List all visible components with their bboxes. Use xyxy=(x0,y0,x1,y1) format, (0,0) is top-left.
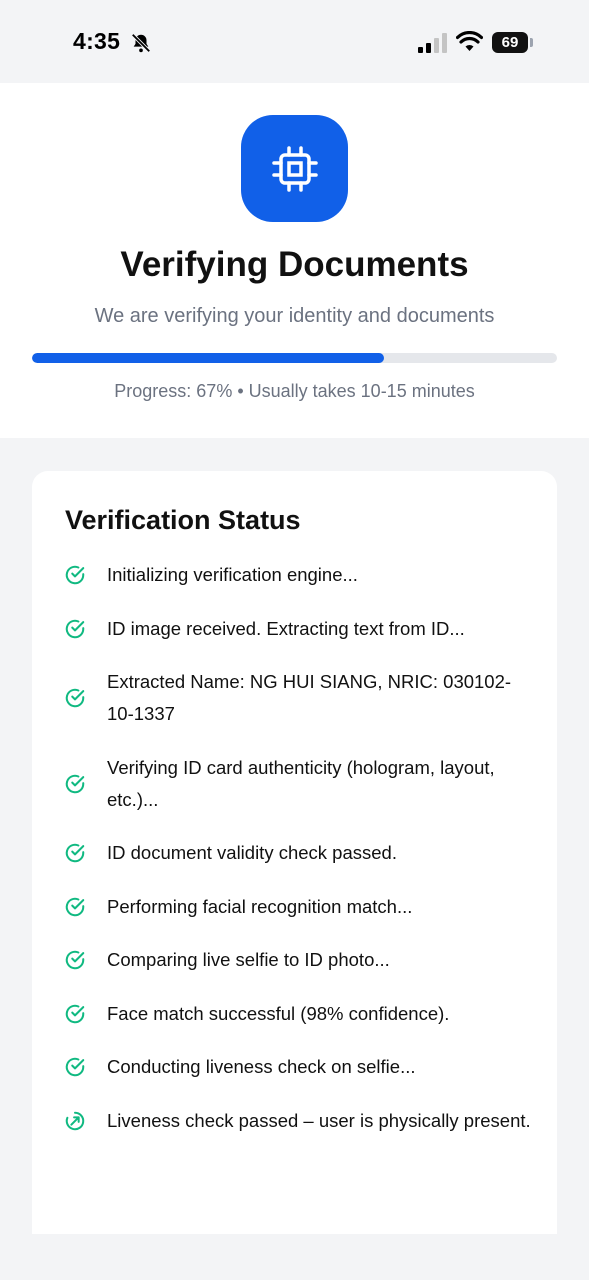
page-title: Verifying Documents xyxy=(120,245,469,284)
cellular-signal-icon xyxy=(418,33,447,53)
status-step: Performing facial recognition match... xyxy=(32,891,557,923)
progress-bar-fill xyxy=(32,353,384,363)
status-time: 4:35 xyxy=(73,28,121,54)
check-circle-icon xyxy=(64,564,86,586)
check-circle-icon xyxy=(64,687,86,709)
progress-text: Progress: 67% • Usually takes 10-15 minu… xyxy=(114,381,475,401)
status-step: Liveness check passed – user is physical… xyxy=(32,1105,557,1137)
page-subtitle: We are verifying your identity and docum… xyxy=(94,305,495,327)
status-step-text: Verifying ID card authenticity (hologram… xyxy=(107,756,495,810)
check-circle-icon xyxy=(64,1003,86,1025)
status-step: ID document validity check passed. xyxy=(32,837,557,869)
status-step: Comparing live selfie to ID photo... xyxy=(32,944,557,976)
status-step: Face match successful (98% confidence). xyxy=(32,998,557,1030)
cpu-chip-badge xyxy=(241,115,348,222)
card-title: Verification Status xyxy=(65,505,301,535)
status-step: Conducting liveness check on selfie... xyxy=(32,1051,557,1083)
cpu-chip-icon xyxy=(271,145,318,192)
status-step: Extracted Name: NG HUI SIANG, NRIC: 0301… xyxy=(32,666,557,730)
status-step-text: Face match successful (98% confidence). xyxy=(107,1002,450,1024)
check-circle-icon xyxy=(64,618,86,640)
check-circle-icon xyxy=(64,842,86,864)
status-step-text: Extracted Name: NG HUI SIANG, NRIC: 0301… xyxy=(107,671,512,724)
wifi-icon xyxy=(456,31,483,51)
status-step: ID image received. Extracting text from … xyxy=(32,613,557,645)
status-step-text: ID image received. Extracting text from … xyxy=(107,617,465,639)
status-step-text: Comparing live selfie to ID photo... xyxy=(107,949,390,970)
check-circle-icon xyxy=(64,896,86,918)
status-step: Verifying ID card authenticity (hologram… xyxy=(32,752,557,816)
status-step-text: Performing facial recognition match... xyxy=(107,895,413,917)
status-step-text: ID document validity check passed. xyxy=(107,842,397,863)
check-circle-icon xyxy=(64,773,86,795)
status-step-text: Conducting liveness check on selfie... xyxy=(107,1056,416,1077)
status-step-text: Initializing verification engine... xyxy=(107,564,358,585)
check-circle-icon xyxy=(64,1056,86,1078)
bell-muted-icon xyxy=(131,33,151,53)
progress-circle-icon xyxy=(64,1110,86,1132)
check-circle-icon xyxy=(64,949,86,971)
status-steps-list: Initializing verification engine... ID im… xyxy=(32,559,557,1158)
status-step: Initializing verification engine... xyxy=(32,559,557,591)
status-step-text: Liveness check passed – user is physical… xyxy=(107,1109,531,1131)
verification-status-card: Verification Status Initializing verific… xyxy=(32,471,557,1234)
progress-bar xyxy=(32,353,557,363)
verification-header: Verifying Documents We are verifying you… xyxy=(0,83,589,438)
status-bar: 4:35 69 xyxy=(0,0,589,83)
battery-indicator: 69 xyxy=(492,32,528,53)
battery-tip xyxy=(530,38,533,47)
